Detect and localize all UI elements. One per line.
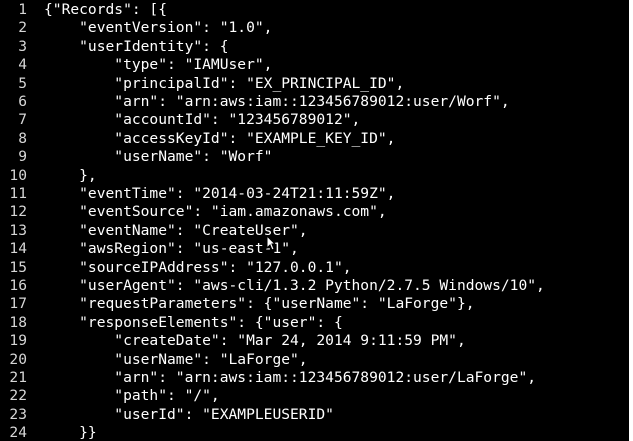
code-line[interactable]: 18 "responseElements": {"user": { — [0, 313, 343, 332]
code-line[interactable]: 6 "arn": "arn:aws:iam::123456789012:user… — [0, 93, 509, 111]
code-line[interactable]: 22 "path": "/", — [0, 387, 219, 405]
code-line[interactable]: 16 "userAgent": "aws-cli/1.3.2 Python/2.… — [0, 277, 545, 295]
code-line[interactable]: 21 "arn": "arn:aws:iam::123456789012:use… — [0, 369, 536, 387]
line-number: 8 — [18, 129, 27, 147]
code-text[interactable]: "arn": "arn:aws:iam::123456789012:user/L… — [44, 369, 536, 386]
code-line[interactable]: 17 "requestParameters": {"userName": "La… — [0, 295, 474, 313]
code-text[interactable]: "eventTime": "2014-03-24T21:11:59Z", — [44, 185, 395, 202]
code-text[interactable]: "eventVersion": "1.0", — [44, 19, 272, 36]
code-line[interactable]: 23 "userId": "EXAMPLEUSERID" — [0, 406, 334, 424]
code-text[interactable]: "userAgent": "aws-cli/1.3.2 Python/2.7.5… — [44, 277, 545, 294]
line-number: 4 — [18, 56, 27, 74]
line-number: 3 — [18, 37, 27, 55]
code-line[interactable]: 4 "type": "IAMUser", — [0, 56, 272, 74]
line-number: 23 — [9, 405, 27, 423]
line-number: 6 — [18, 93, 27, 110]
line-number: 22 — [9, 387, 27, 405]
code-text[interactable]: "path": "/", — [44, 387, 219, 404]
json-editor[interactable]: 1 {"Records": [{2 "eventVersion": "1.0", 3… — [0, 0, 629, 441]
code-text[interactable]: }, — [44, 167, 97, 184]
line-number: 9 — [18, 148, 27, 166]
code-text[interactable]: "principalId": "EX_PRINCIPAL_ID", — [44, 75, 404, 92]
line-number: 10 — [9, 166, 27, 184]
code-line[interactable]: 14 "awsRegion": "us-east-1", — [0, 240, 299, 258]
line-number: 16 — [9, 277, 27, 294]
line-number: 5 — [18, 74, 27, 92]
line-number: 20 — [9, 350, 27, 368]
line-number: 21 — [9, 369, 27, 386]
code-line[interactable]: 1 {"Records": [{ — [0, 1, 167, 19]
line-number: 17 — [9, 295, 27, 313]
line-number: 19 — [9, 332, 27, 350]
code-text[interactable]: "requestParameters": {"userName": "LaFor… — [44, 295, 474, 312]
code-line[interactable]: 2 "eventVersion": "1.0", — [0, 19, 272, 37]
code-text[interactable]: "userIdentity": { — [44, 38, 228, 55]
code-line[interactable]: 19 "createDate": "Mar 24, 2014 9:11:59 P… — [0, 332, 465, 350]
line-number: 2 — [18, 19, 27, 37]
code-text[interactable]: "sourceIPAddress": "127.0.0.1", — [44, 259, 351, 276]
code-line[interactable]: 3 "userIdentity": { — [0, 37, 228, 56]
line-number: 14 — [9, 240, 27, 258]
code-text[interactable]: "accessKeyId": "EXAMPLE_KEY_ID", — [44, 130, 395, 147]
line-number: 11 — [9, 185, 27, 202]
code-text[interactable]: "userId": "EXAMPLEUSERID" — [44, 406, 334, 423]
code-text[interactable]: "createDate": "Mar 24, 2014 9:11:59 PM", — [44, 332, 465, 349]
code-line[interactable]: 13 "eventName": "CreateUser", — [0, 221, 307, 240]
line-number: 1 — [18, 1, 27, 18]
code-line[interactable]: 7 "accountId": "123456789012", — [0, 111, 360, 129]
line-number: 7 — [18, 111, 27, 129]
code-text[interactable]: "arn": "arn:aws:iam::123456789012:user/W… — [44, 93, 509, 110]
code-text[interactable]: "userName": "LaForge", — [44, 351, 307, 368]
code-line[interactable]: 8 "accessKeyId": "EXAMPLE_KEY_ID", — [0, 130, 395, 148]
code-text[interactable]: }} — [44, 424, 97, 441]
code-line[interactable]: 20 "userName": "LaForge", — [0, 350, 307, 369]
code-text[interactable]: "type": "IAMUser", — [44, 56, 272, 73]
line-number: 24 — [9, 424, 27, 441]
code-text[interactable]: "userName": "Worf" — [44, 148, 272, 165]
code-line[interactable]: 24 }} — [0, 424, 97, 441]
line-number: 12 — [9, 203, 27, 221]
code-text[interactable]: "responseElements": {"user": { — [44, 314, 343, 331]
line-number: 13 — [9, 221, 27, 239]
code-line[interactable]: 9 "userName": "Worf" — [0, 148, 272, 166]
line-number: 18 — [9, 313, 27, 331]
code-line[interactable]: 11 "eventTime": "2014-03-24T21:11:59Z", — [0, 185, 395, 203]
code-text[interactable]: "eventSource": "iam.amazonaws.com", — [44, 203, 387, 220]
code-text[interactable]: "awsRegion": "us-east-1", — [44, 240, 299, 257]
code-line[interactable]: 15 "sourceIPAddress": "127.0.0.1", — [0, 258, 351, 277]
code-line[interactable]: 12 "eventSource": "iam.amazonaws.com", — [0, 203, 387, 221]
code-line[interactable]: 10 }, — [0, 166, 97, 185]
code-line[interactable]: 5 "principalId": "EX_PRINCIPAL_ID", — [0, 75, 404, 93]
line-number: 15 — [9, 258, 27, 276]
code-text[interactable]: "accountId": "123456789012", — [44, 111, 360, 128]
window-edge — [629, 0, 633, 441]
code-text[interactable]: {"Records": [{ — [44, 1, 167, 18]
mouse-cursor-icon — [266, 234, 277, 251]
